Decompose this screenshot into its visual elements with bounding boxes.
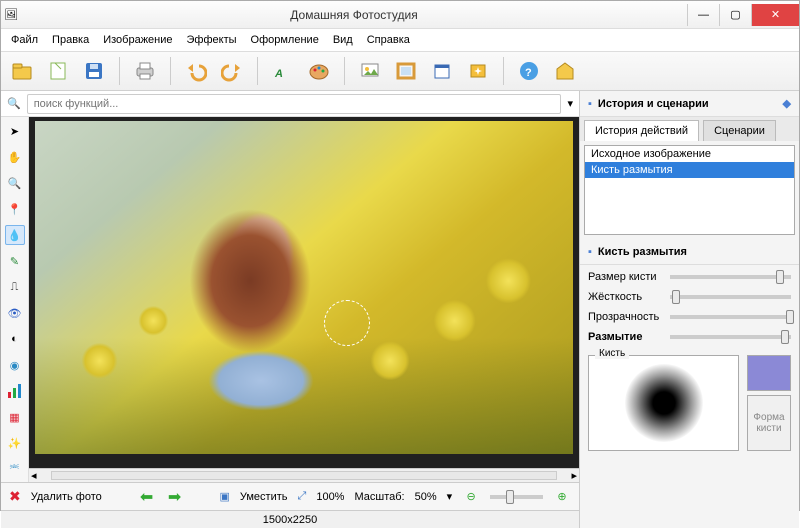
fit-icon[interactable]: ▣ <box>219 490 229 503</box>
toolbar: A ? <box>1 51 799 91</box>
blur-slider[interactable] <box>670 335 791 339</box>
actual-size-label[interactable]: 100% <box>316 491 344 503</box>
frame-icon[interactable] <box>391 56 421 86</box>
swirl-tool-icon[interactable]: ◉ <box>5 355 25 375</box>
color-swatch[interactable] <box>747 355 791 391</box>
help-icon[interactable]: ? <box>514 56 544 86</box>
searchbar: 🔍 ▾ <box>1 91 579 117</box>
brush-size-slider[interactable] <box>670 275 791 279</box>
menu-image[interactable]: Изображение <box>97 32 178 48</box>
fx-tool-icon[interactable]: ✨ <box>5 433 25 453</box>
svg-text:A: A <box>274 68 283 80</box>
search-dropdown-icon[interactable]: ▾ <box>567 97 573 110</box>
fit-button[interactable]: Уместить <box>240 491 288 503</box>
opacity-slider[interactable] <box>670 315 791 319</box>
search-icon: 🔍 <box>7 97 21 110</box>
zoom-in-button[interactable]: ⊕ <box>553 488 571 506</box>
zoom-tool-icon[interactable]: 🔍 <box>5 173 25 193</box>
zoom-out-button[interactable]: ⊖ <box>462 488 480 506</box>
window-title: Домашняя Фотостудия <box>21 8 687 22</box>
history-panel-title: История и сценарии <box>598 98 709 110</box>
collapse-icon[interactable]: ▪ <box>588 98 592 110</box>
contrast-tool-icon[interactable]: ◐ <box>5 329 25 349</box>
brush-preview-label: Кисть <box>595 348 629 359</box>
open-icon[interactable] <box>7 56 37 86</box>
scale-dropdown-icon[interactable]: ▾ <box>447 490 453 503</box>
actual-size-icon[interactable]: ⤢ <box>298 490 307 503</box>
image-dimensions: 1500x2250 <box>263 514 317 526</box>
insert-image-icon[interactable] <box>355 56 385 86</box>
app-icon: 🖼 <box>1 8 21 21</box>
close-button[interactable]: ✕ <box>751 4 799 26</box>
search-input[interactable] <box>27 94 562 114</box>
prev-button[interactable]: ⬅ <box>138 488 156 506</box>
zoom-slider[interactable] <box>490 495 543 499</box>
delete-photo-button[interactable]: Удалить фото <box>31 491 102 503</box>
panel-menu-icon[interactable]: ◆ <box>783 97 791 110</box>
new-icon[interactable] <box>43 56 73 86</box>
calendar-icon[interactable] <box>427 56 457 86</box>
hand-tool-icon[interactable]: ✋ <box>5 147 25 167</box>
titlebar: 🖼 Домашняя Фотостудия — ▢ ✕ <box>1 1 799 29</box>
bottom-bar: ✖ Удалить фото ⬅ ➡ ▣ Уместить ⤢ 100% Мас… <box>1 482 579 510</box>
crop-tool-icon[interactable]: ⎃ <box>5 459 25 479</box>
brush-cursor-icon <box>324 300 370 346</box>
eye-tool-icon[interactable]: 👁 <box>5 303 25 323</box>
menu-effects[interactable]: Эффекты <box>181 32 243 48</box>
palette-icon[interactable] <box>304 56 334 86</box>
svg-text:?: ? <box>525 67 532 79</box>
stamp-tool-icon[interactable]: ⎍ <box>5 277 25 297</box>
hardness-slider[interactable] <box>670 295 791 299</box>
hardness-label: Жёсткость <box>588 291 664 303</box>
canvas[interactable] <box>29 117 579 468</box>
home-icon[interactable] <box>550 56 580 86</box>
photo-image <box>35 121 573 454</box>
menubar: Файл Правка Изображение Эффекты Оформлен… <box>1 29 799 51</box>
menu-design[interactable]: Оформление <box>245 32 325 48</box>
text-icon[interactable]: A <box>268 56 298 86</box>
brush-preview: Кисть <box>588 355 739 451</box>
left-toolbox: ➤ ✋ 🔍 📍 💧 ✎ ⎍ 👁 ◐ ◉ ▦ ✨ ⎃ <box>1 117 29 482</box>
next-button[interactable]: ➡ <box>166 488 184 506</box>
redo-icon[interactable] <box>217 56 247 86</box>
tab-history[interactable]: История действий <box>584 120 699 141</box>
brush-preview-image <box>625 364 703 442</box>
status-bar: 1500x2250 <box>1 510 579 528</box>
tab-scenarios[interactable]: Сценарии <box>703 120 776 141</box>
menu-view[interactable]: Вид <box>327 32 359 48</box>
menu-edit[interactable]: Правка <box>46 32 95 48</box>
blur-brush-tool-icon[interactable]: 💧 <box>5 225 25 245</box>
blur-label: Размытие <box>588 331 664 343</box>
horizontal-scrollbar[interactable]: ◂▸ <box>29 468 579 482</box>
scale-label: Масштаб: <box>354 491 404 503</box>
levels-tool-icon[interactable] <box>5 381 25 401</box>
delete-icon[interactable]: ✖ <box>9 488 21 505</box>
history-list[interactable]: Исходное изображение Кисть размытия <box>584 145 795 235</box>
minimize-button[interactable]: — <box>687 4 719 26</box>
opacity-label: Прозрачность <box>588 311 664 323</box>
brush-size-label: Размер кисти <box>588 271 664 283</box>
history-item[interactable]: Исходное изображение <box>585 146 794 162</box>
scale-value: 50% <box>415 491 437 503</box>
layers-tool-icon[interactable]: ▦ <box>5 407 25 427</box>
undo-icon[interactable] <box>181 56 211 86</box>
right-panel: ▪ История и сценарии ◆ История действий … <box>579 91 799 528</box>
pin-tool-icon[interactable]: 📍 <box>5 199 25 219</box>
save-icon[interactable] <box>79 56 109 86</box>
menu-help[interactable]: Справка <box>361 32 416 48</box>
print-icon[interactable] <box>130 56 160 86</box>
tool-panel-title: Кисть размытия <box>598 246 687 258</box>
collapse-icon[interactable]: ▪ <box>588 246 592 258</box>
menu-file[interactable]: Файл <box>5 32 44 48</box>
pencil-tool-icon[interactable]: ✎ <box>5 251 25 271</box>
history-item[interactable]: Кисть размытия <box>585 162 794 178</box>
maximize-button[interactable]: ▢ <box>719 4 751 26</box>
cursor-tool-icon[interactable]: ➤ <box>5 121 25 141</box>
sparkle-icon[interactable] <box>463 56 493 86</box>
brush-shape-button[interactable]: Форма кисти <box>747 395 791 451</box>
